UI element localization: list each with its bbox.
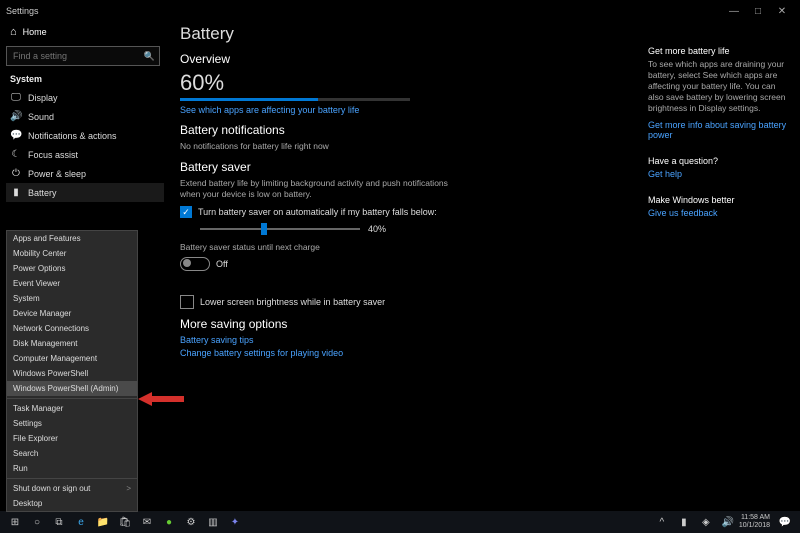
- notifications-body: No notifications for battery life right …: [180, 141, 460, 152]
- home-icon: ⌂: [10, 26, 17, 38]
- nav-label: Focus assist: [28, 150, 78, 160]
- sidebar-item-notifications-actions[interactable]: 💬 Notifications & actions: [6, 126, 164, 145]
- ctx-file-explorer[interactable]: File Explorer: [7, 431, 137, 446]
- clock-date: 10/1/2018: [739, 522, 770, 530]
- ctx-run[interactable]: Run: [7, 461, 137, 476]
- nav-label: Battery: [28, 188, 57, 198]
- nav-label: Sound: [28, 112, 54, 122]
- ctx-computer-management[interactable]: Computer Management: [7, 351, 137, 366]
- nav-label: Notifications & actions: [28, 131, 117, 141]
- search-input[interactable]: [11, 50, 144, 62]
- saver-auto-label: Turn battery saver on automatically if m…: [198, 207, 437, 217]
- sidebar: ⌂ Home 🔍 System 🖵 Display 🔊 Sound 💬 Notificat…: [0, 22, 164, 202]
- store-icon[interactable]: 🛍: [116, 513, 134, 531]
- tips-h3: Make Windows better: [648, 195, 788, 205]
- ctx-network-connections[interactable]: Network Connections: [7, 321, 137, 336]
- ctx-windows-powershell-admin-[interactable]: Windows PowerShell (Admin): [7, 381, 137, 396]
- home-nav[interactable]: ⌂ Home: [6, 22, 164, 42]
- clock-time: 11:58 AM: [739, 514, 770, 522]
- action-center-icon[interactable]: 💬: [776, 513, 794, 531]
- section-system: System: [10, 74, 164, 84]
- video-link[interactable]: Change battery settings for playing vide…: [180, 348, 788, 358]
- ctx-device-manager[interactable]: Device Manager: [7, 306, 137, 321]
- clock[interactable]: 11:58 AM 10/1/2018: [739, 514, 770, 530]
- ctx-windows-powershell[interactable]: Windows PowerShell: [7, 366, 137, 381]
- tray-volume-icon[interactable]: 🔊: [719, 513, 737, 531]
- ctx-system[interactable]: System: [7, 291, 137, 306]
- annotation-arrow: [138, 390, 184, 408]
- battery-bar: [180, 98, 410, 101]
- nav-icon: ▮: [10, 187, 22, 198]
- app-icon[interactable]: ●: [160, 513, 178, 531]
- close-button[interactable]: ✕: [770, 6, 794, 17]
- sidebar-item-display[interactable]: 🖵 Display: [6, 88, 164, 107]
- tips-panel: Get more battery life To see which apps …: [648, 40, 788, 218]
- explorer-icon[interactable]: 📁: [94, 513, 112, 531]
- sidebar-item-power-sleep[interactable]: ⏻ Power & sleep: [6, 164, 164, 183]
- tips-l3[interactable]: Give us feedback: [648, 208, 788, 218]
- slider-thumb[interactable]: [261, 223, 267, 235]
- tray-up-icon[interactable]: ^: [653, 513, 671, 531]
- winx-menu: Apps and FeaturesMobility CenterPower Op…: [6, 230, 138, 512]
- ctx-mobility-center[interactable]: Mobility Center: [7, 246, 137, 261]
- nav-icon: 💬: [10, 130, 22, 141]
- nav-icon: 🖵: [10, 92, 22, 103]
- sidebar-item-focus-assist[interactable]: ☾ Focus assist: [6, 145, 164, 164]
- minimize-button[interactable]: —: [722, 6, 746, 17]
- slider-track: [200, 228, 360, 230]
- start-button[interactable]: ⊞: [6, 513, 24, 531]
- taskbar: ⊞ ○ ⧉ e 📁 🛍 ✉ ● ⚙ ▥ ✦ ^ ▮ ◈ 🔊 11:58 AM 1…: [0, 511, 800, 533]
- mail-icon[interactable]: ✉: [138, 513, 156, 531]
- tips-p1: To see which apps are draining your batt…: [648, 59, 788, 114]
- ctx-settings[interactable]: Settings: [7, 416, 137, 431]
- nav-icon: ⏻: [10, 168, 22, 179]
- ctx-disk-management[interactable]: Disk Management: [7, 336, 137, 351]
- ctx-task-manager[interactable]: Task Manager: [7, 401, 137, 416]
- toggle-label: Off: [216, 259, 228, 269]
- lower-brightness-label: Lower screen brightness while in battery…: [200, 297, 385, 307]
- nav-label: Power & sleep: [28, 169, 86, 179]
- ctx-event-viewer[interactable]: Event Viewer: [7, 276, 137, 291]
- nav-icon: ☾: [10, 149, 22, 160]
- ctx-search[interactable]: Search: [7, 446, 137, 461]
- home-label: Home: [23, 27, 47, 37]
- toggle-switch-icon: [180, 257, 210, 271]
- lower-brightness-checkbox[interactable]: Lower screen brightness while in battery…: [180, 295, 788, 309]
- nav-icon: 🔊: [10, 111, 22, 122]
- tips-h2: Have a question?: [648, 156, 788, 166]
- saver-threshold-slider[interactable]: 40%: [200, 224, 788, 234]
- more-options-heading: More saving options: [180, 317, 788, 331]
- ctx-apps-and-features[interactable]: Apps and Features: [7, 231, 137, 246]
- sidebar-item-sound[interactable]: 🔊 Sound: [6, 107, 164, 126]
- teams-icon[interactable]: ✦: [226, 513, 244, 531]
- ctx-desktop[interactable]: Desktop: [7, 496, 137, 511]
- tips-l2[interactable]: Get help: [648, 169, 788, 179]
- edge-icon[interactable]: e: [72, 513, 90, 531]
- maximize-button[interactable]: □: [746, 6, 770, 17]
- search-icon: 🔍: [144, 51, 155, 62]
- tray-battery-icon[interactable]: ▮: [675, 513, 693, 531]
- cortana-icon[interactable]: ○: [28, 513, 46, 531]
- checkbox-checked-icon: ✓: [180, 206, 192, 218]
- checkbox-empty-icon: [180, 295, 194, 309]
- tips-h1: Get more battery life: [648, 46, 788, 56]
- settings-icon[interactable]: ⚙: [182, 513, 200, 531]
- saver-status-label: Battery saver status until next charge: [180, 242, 460, 253]
- ctx-shut-down-or-sign-out[interactable]: Shut down or sign out>: [7, 481, 137, 496]
- saver-desc: Extend battery life by limiting backgrou…: [180, 178, 460, 200]
- ctx-power-options[interactable]: Power Options: [7, 261, 137, 276]
- saver-toggle[interactable]: Off: [180, 257, 788, 271]
- slider-value: 40%: [368, 224, 386, 234]
- task-view-icon[interactable]: ⧉: [50, 513, 68, 531]
- tips-l1[interactable]: Get more info about saving battery power: [648, 120, 788, 140]
- app2-icon[interactable]: ▥: [204, 513, 222, 531]
- tips-link[interactable]: Battery saving tips: [180, 335, 788, 345]
- search-input-wrap[interactable]: 🔍: [6, 46, 160, 66]
- nav-label: Display: [28, 93, 58, 103]
- tray-wifi-icon[interactable]: ◈: [697, 513, 715, 531]
- sidebar-item-battery[interactable]: ▮ Battery: [6, 183, 164, 202]
- app-title: Settings: [6, 6, 39, 16]
